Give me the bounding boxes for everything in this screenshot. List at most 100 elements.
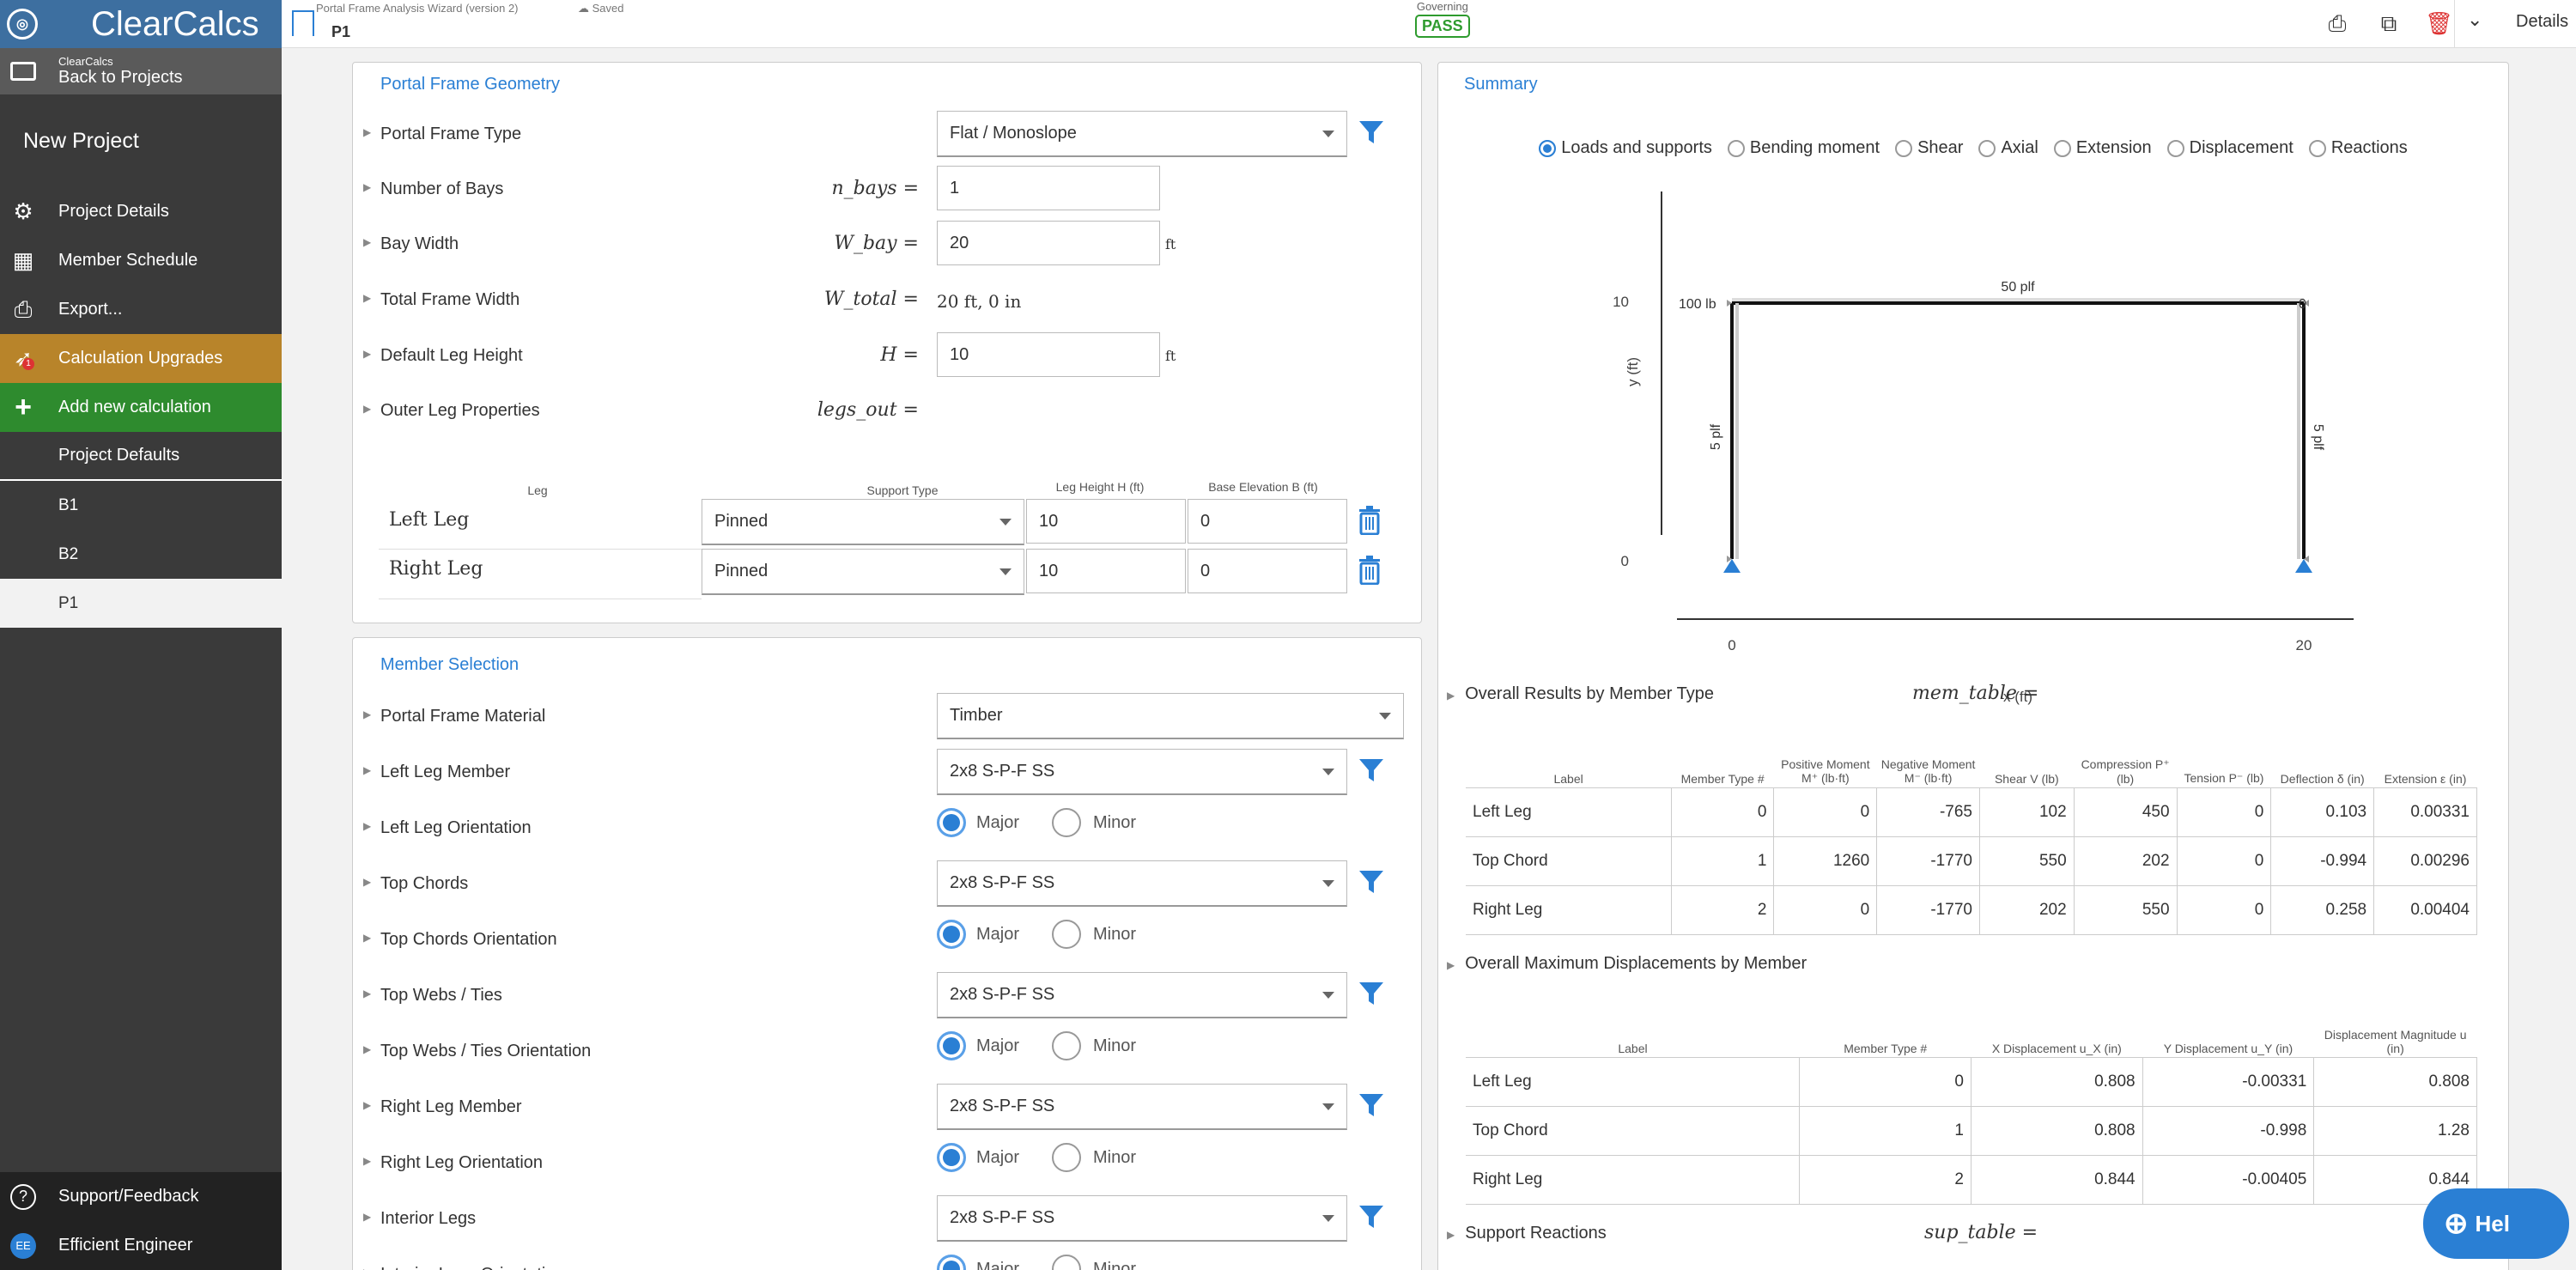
sidebar-item-add-calculation[interactable]: + Add new calculation [0,383,282,432]
user-menu[interactable]: EE Efficient Engineer [0,1221,282,1270]
left-load-label: 5 plf [1709,423,1723,450]
member-select[interactable]: 2x8 S-P-F SS [937,860,1347,907]
filter-icon[interactable] [1358,869,1385,895]
radio-major[interactable] [937,1143,966,1172]
filter-icon[interactable] [1358,981,1385,1006]
leg-height-label: Default Leg Height [380,346,523,365]
member-select[interactable]: 2x8 S-P-F SS [937,1084,1347,1130]
view-option-loads[interactable]: Loads and supports [1539,138,1712,158]
expand-icon[interactable]: ▶ [363,181,371,193]
expand-icon[interactable]: ▶ [363,932,371,944]
details-button[interactable]: Details [2516,12,2568,32]
calc-name[interactable]: P1 [331,23,350,41]
expand-icon[interactable]: ▶ [363,236,371,248]
help-button[interactable]: ⊕ Hel [2423,1188,2569,1259]
project-name[interactable]: New Project [0,94,282,187]
expand-icon[interactable]: ▶ [363,1211,371,1223]
filter-icon[interactable] [1358,1204,1385,1230]
expand-icon[interactable]: ▶ [363,1043,371,1055]
expand-icon[interactable]: ▶ [363,1099,371,1111]
expand-icon[interactable]: ▶ [363,348,371,360]
expand-icon[interactable]: ▶ [363,126,371,138]
base-elevation-cell[interactable]: 0 [1188,549,1347,593]
radio-minor[interactable] [1052,1143,1081,1172]
gears-icon: ⚙ [13,198,33,224]
radio-major-label: Major [976,925,1020,944]
question-icon: ? [10,1183,36,1210]
trash-icon[interactable]: 🗑 [2425,10,2453,36]
trash-icon[interactable] [1358,506,1382,535]
table-row: Top Chord 1 1260 -1770 550 202 0 -0.994 0.00296 [1466,836,2477,886]
member-select[interactable]: 2x8 S-P-F SS [937,1195,1347,1242]
view-option-bending[interactable]: Bending moment [1727,138,1880,158]
member-select[interactable]: Timber [937,693,1404,739]
expand-icon[interactable]: ▶ [363,820,371,832]
logo[interactable]: ◎ ClearCalcs [0,0,282,48]
col-header-elev: Base Elevation B (ft) [1208,480,1318,494]
expand-icon[interactable]: ▶ [363,1267,371,1270]
support-feedback-button[interactable]: ? Support/Feedback [0,1172,282,1221]
calc-item-b1[interactable]: B1 [0,481,282,530]
radio-major[interactable] [937,920,966,949]
leg-height-cell[interactable]: 10 [1026,549,1186,593]
expand-icon: ▶ [1447,1229,1455,1241]
sidebar-item-export[interactable]: ⎙ Export... [0,285,282,334]
member-row: ▶ Top Chords Orientation [353,921,1421,956]
bays-input[interactable]: 1 [937,166,1160,210]
view-option-shear[interactable]: Shear [1895,138,1963,158]
results-section-header[interactable]: ▶ Overall Results by Member Type [1447,684,1714,704]
sidebar-item-project-defaults[interactable]: Project Defaults [0,432,282,481]
total-width-row: ▶ Total Frame Width W_total = [353,282,1421,316]
saved-status: ☁ Saved [578,2,624,15]
expand-icon[interactable]: ▶ [363,708,371,720]
frame-type-select[interactable]: Flat / Monoslope [937,111,1347,157]
view-option-axial[interactable]: Axial [1978,138,2038,158]
support-reactions-header[interactable]: ▶ Support Reactions [1447,1224,1607,1243]
support-type-select[interactable]: Pinned [702,499,1024,545]
expand-icon[interactable]: ▶ [363,876,371,888]
base-elevation-cell[interactable]: 0 [1188,499,1347,544]
expand-icon[interactable]: ▶ [363,764,371,776]
table-cell: Right Leg [1466,1154,1801,1205]
radio-minor[interactable] [1052,1031,1081,1060]
sidebar-item-label: Export... [58,300,123,319]
displacement-section-header[interactable]: ▶ Overall Maximum Displacements by Member [1447,954,1807,974]
radio-major[interactable] [937,808,966,837]
sidebar-item-member-schedule[interactable]: ▦ Member Schedule [0,236,282,285]
expand-icon[interactable]: ▶ [363,403,371,415]
radio-major[interactable] [937,1031,966,1060]
filter-icon[interactable] [1358,1092,1385,1118]
right-load-label: 5 plf [2311,424,2325,451]
support-type-select[interactable]: Pinned [702,549,1024,595]
bay-width-input[interactable]: 20 [937,221,1160,265]
expand-icon[interactable]: ▶ [363,292,371,304]
sidebar-item-project-details[interactable]: ⚙ Project Details [0,187,282,236]
filter-icon[interactable] [1358,757,1385,783]
portal-frame-icon [292,10,314,36]
leg-height-cell[interactable]: 10 [1026,499,1186,544]
expand-icon[interactable]: ▶ [363,1155,371,1167]
leg-height-input[interactable]: 10 [937,332,1160,377]
view-option-reactions[interactable]: Reactions [2308,138,2408,158]
frame-diagram: y (ft) 10 0 0 20 x (ft) 100 lb 50 plf 0 … [1613,191,2354,705]
filter-icon[interactable] [1358,119,1385,145]
duplicate-icon[interactable]: ⧉ [2375,10,2403,36]
view-option-extension[interactable]: Extension [2053,138,2152,158]
member-select[interactable]: 2x8 S-P-F SS [937,972,1347,1018]
chevron-down-icon[interactable]: ⌄ [2467,9,2482,31]
displacement-table: Label Member Type # X Displacement u_X (in… [1466,1002,2477,1205]
radio-minor[interactable] [1052,920,1081,949]
member-select[interactable]: 2x8 S-P-F SS [937,749,1347,795]
table-row: Top Chord 1 0.808 -0.998 1.28 [1466,1105,2477,1156]
back-to-projects-button[interactable]: ClearCalcs Back to Projects [0,48,282,94]
sidebar-item-calculation-upgrades[interactable]: ➶ 1 Calculation Upgrades [0,334,282,383]
print-icon[interactable]: ⎙ [2324,10,2351,36]
radio-minor[interactable] [1052,808,1081,837]
view-option-displacement[interactable]: Displacement [2166,138,2293,158]
expand-icon[interactable]: ▶ [363,987,371,1000]
table-cell: Top Chord [1466,1105,1801,1156]
trash-icon[interactable] [1358,556,1382,585]
col-header: Extension ε (in) [2384,771,2467,786]
calc-item-p1[interactable]: P1 [0,579,282,628]
calc-item-b2[interactable]: B2 [0,530,282,579]
